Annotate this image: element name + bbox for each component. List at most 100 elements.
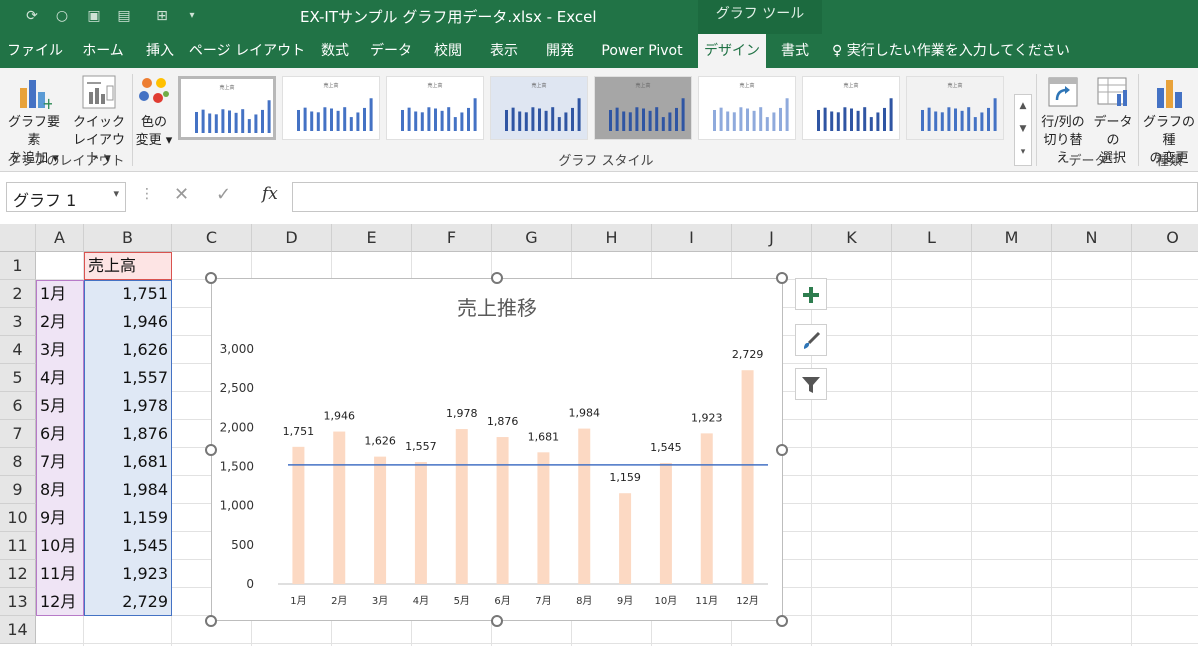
tell-me-box[interactable]: ♀ 実行したい作業を入力してください: [832, 34, 1070, 68]
cancel-icon[interactable]: ✕: [174, 184, 189, 205]
tab-power-pivot[interactable]: Power Pivot: [590, 34, 694, 68]
cell-b3[interactable]: 1,946: [84, 308, 172, 336]
cell-a2[interactable]: 1月: [36, 280, 84, 308]
tab-view[interactable]: 表示: [476, 34, 532, 68]
cell-b7[interactable]: 1,876: [84, 420, 172, 448]
insert-function-icon[interactable]: fx: [262, 184, 278, 204]
tab-data[interactable]: データ: [362, 34, 420, 68]
tab-design[interactable]: デザイン: [698, 34, 766, 68]
column-header-i[interactable]: I: [652, 224, 732, 252]
chart-object[interactable]: 売上推移 0 500 1,000 1,500 2,000 2,500 3,000 1,751 1月…: [211, 278, 783, 621]
chart-elements-plus-icon[interactable]: [795, 278, 827, 310]
tab-formulas[interactable]: 数式: [310, 34, 360, 68]
chart-style-3[interactable]: 売上高: [386, 76, 484, 140]
save-icon[interactable]: ▣: [84, 6, 104, 26]
tab-developer[interactable]: 開発: [534, 34, 586, 68]
column-header-h[interactable]: H: [572, 224, 652, 252]
cell-b4[interactable]: 1,626: [84, 336, 172, 364]
chart-style-6[interactable]: 売上高: [698, 76, 796, 140]
cell-b6[interactable]: 1,978: [84, 392, 172, 420]
row-header-4[interactable]: 4: [0, 336, 36, 364]
column-header-m[interactable]: M: [972, 224, 1052, 252]
resize-handle[interactable]: [776, 443, 788, 456]
column-header-d[interactable]: D: [252, 224, 332, 252]
cell-a6[interactable]: 5月: [36, 392, 84, 420]
resize-handle[interactable]: [490, 615, 503, 627]
column-header-c[interactable]: C: [172, 224, 252, 252]
chart-filter-icon[interactable]: [795, 368, 827, 400]
cell-a11[interactable]: 10月: [36, 532, 84, 560]
row-header-3[interactable]: 3: [0, 308, 36, 336]
row-header-8[interactable]: 8: [0, 448, 36, 476]
column-header-n[interactable]: N: [1052, 224, 1132, 252]
column-header-j[interactable]: J: [732, 224, 812, 252]
resize-handle[interactable]: [776, 615, 788, 627]
row-header-12[interactable]: 12: [0, 560, 36, 588]
column-header-o[interactable]: O: [1132, 224, 1198, 252]
cell-b8[interactable]: 1,681: [84, 448, 172, 476]
chart-style-8[interactable]: 売上高: [906, 76, 1004, 140]
cell-a8[interactable]: 7月: [36, 448, 84, 476]
column-header-b[interactable]: B: [84, 224, 172, 252]
select-all-corner[interactable]: [0, 224, 36, 252]
tab-format[interactable]: 書式: [770, 34, 820, 68]
cell-b2[interactable]: 1,751: [84, 280, 172, 308]
autosave-icon[interactable]: ⟳: [22, 6, 42, 26]
cell-a9[interactable]: 8月: [36, 476, 84, 504]
cell-b9[interactable]: 1,984: [84, 476, 172, 504]
cell-a12[interactable]: 11月: [36, 560, 84, 588]
row-header-2[interactable]: 2: [0, 280, 36, 308]
chart-style-5[interactable]: 売上高: [594, 76, 692, 140]
tab-page-layout[interactable]: ページ レイアウト: [188, 34, 306, 68]
row-header-10[interactable]: 10: [0, 504, 36, 532]
cell-a10[interactable]: 9月: [36, 504, 84, 532]
cell-a7[interactable]: 6月: [36, 420, 84, 448]
cell-a4[interactable]: 3月: [36, 336, 84, 364]
column-header-a[interactable]: A: [36, 224, 84, 252]
cell-b1[interactable]: 売上高: [84, 252, 172, 280]
resize-handle[interactable]: [205, 615, 217, 627]
row-header-9[interactable]: 9: [0, 476, 36, 504]
resize-handle[interactable]: [776, 272, 788, 284]
tab-file[interactable]: ファイル: [0, 34, 70, 68]
chart-style-4[interactable]: 売上高: [490, 76, 588, 140]
change-colors-button[interactable]: 色の 変更 ▾: [134, 72, 174, 150]
row-header-5[interactable]: 5: [0, 364, 36, 392]
chart-style-1[interactable]: 売上高: [178, 76, 276, 140]
cell-a3[interactable]: 2月: [36, 308, 84, 336]
dropdown-icon[interactable]: ▾: [182, 6, 202, 26]
row-header-7[interactable]: 7: [0, 420, 36, 448]
cell-b5[interactable]: 1,557: [84, 364, 172, 392]
chart-styles-brush-icon[interactable]: [795, 324, 827, 356]
column-header-k[interactable]: K: [812, 224, 892, 252]
formula-input[interactable]: [292, 182, 1198, 212]
column-header-e[interactable]: E: [332, 224, 412, 252]
column-header-f[interactable]: F: [412, 224, 492, 252]
tab-insert[interactable]: 挿入: [136, 34, 184, 68]
column-header-l[interactable]: L: [892, 224, 972, 252]
tab-home[interactable]: ホーム: [72, 34, 134, 68]
tab-review[interactable]: 校閲: [422, 34, 474, 68]
gallery-up-icon[interactable]: ▲: [1015, 95, 1031, 118]
resize-handle[interactable]: [490, 272, 503, 284]
name-box[interactable]: グラフ 1 ▾: [6, 182, 126, 212]
cell-b10[interactable]: 1,159: [84, 504, 172, 532]
gallery-down-icon[interactable]: ▼: [1015, 118, 1031, 141]
row-header-6[interactable]: 6: [0, 392, 36, 420]
print-preview-icon[interactable]: ▤: [114, 6, 134, 26]
cell-b11[interactable]: 1,545: [84, 532, 172, 560]
row-header-11[interactable]: 11: [0, 532, 36, 560]
chevron-down-icon[interactable]: ▾: [113, 187, 119, 200]
chart-style-2[interactable]: 売上高: [282, 76, 380, 140]
row-header-1[interactable]: 1: [0, 252, 36, 280]
row-header-14[interactable]: 14: [0, 616, 36, 644]
cell-a13[interactable]: 12月: [36, 588, 84, 616]
enter-check-icon[interactable]: ✓: [216, 184, 231, 205]
column-header-g[interactable]: G: [492, 224, 572, 252]
cell-a5[interactable]: 4月: [36, 364, 84, 392]
circle-icon[interactable]: ○: [52, 6, 72, 26]
row-header-13[interactable]: 13: [0, 588, 36, 616]
table-icon[interactable]: ⊞: [152, 6, 172, 26]
cell-b12[interactable]: 1,923: [84, 560, 172, 588]
chart-style-7[interactable]: 売上高: [802, 76, 900, 140]
